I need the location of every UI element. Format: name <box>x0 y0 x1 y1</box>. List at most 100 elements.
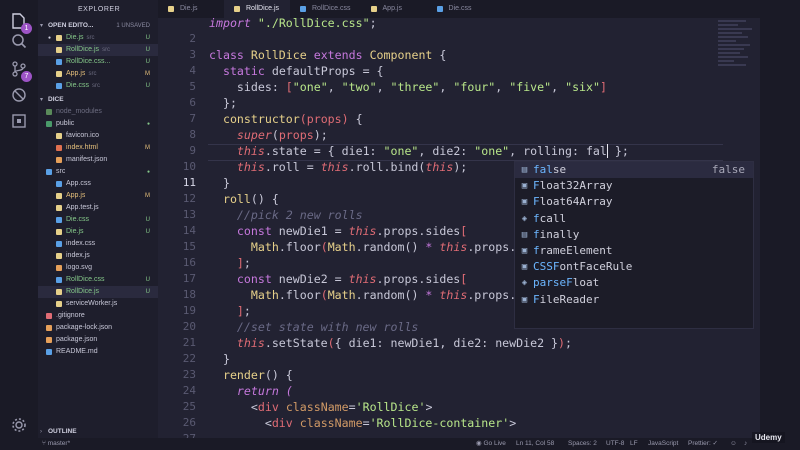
right-margin <box>760 0 800 438</box>
code-line-11: } <box>209 176 230 190</box>
css-file-icon <box>56 59 62 65</box>
open-editor-item[interactable]: RollDice.css... U <box>38 56 158 68</box>
folder-item[interactable]: src ● <box>38 166 158 178</box>
line-number: 10 <box>182 160 196 173</box>
tab-die-js[interactable]: Die.js <box>158 0 224 18</box>
autocomplete-popup: ▤ fal se false ▣ Float32Array ▣ Float64Array ◈ f c… <box>514 161 754 329</box>
file-item[interactable]: README.md <box>38 346 158 358</box>
go-live-button[interactable]: ◉ Go Live <box>476 438 506 450</box>
file-item[interactable]: App.test.js <box>38 202 158 214</box>
file-item[interactable]: App.js M <box>38 190 158 202</box>
file-item[interactable]: manifest.json <box>38 154 158 166</box>
settings-gear-icon[interactable] <box>0 408 38 442</box>
code-line-14: const newDie1 = this.props.sides[ <box>236 224 468 238</box>
file-item[interactable]: RollDice.js U <box>38 286 158 298</box>
project-section[interactable]: ▾ DICE <box>38 94 158 106</box>
explorer-header: EXPLORER <box>78 6 121 13</box>
open-editor-item[interactable]: Die.css src U <box>38 80 158 92</box>
folder-item[interactable]: public ● <box>38 118 158 130</box>
file-item[interactable]: Die.js U <box>38 226 158 238</box>
css-file-icon <box>56 241 62 247</box>
js-file-icon <box>56 193 62 199</box>
line-number: 26 <box>182 416 196 429</box>
line-number: 22 <box>182 352 196 365</box>
file-item[interactable]: App.css <box>38 178 158 190</box>
branch-indicator[interactable]: ⑂ master* <box>42 438 70 450</box>
extensions-icon[interactable] <box>0 104 38 138</box>
code-line-19: ]; <box>236 304 251 318</box>
method-icon: ◈ <box>521 278 528 289</box>
line-number: 25 <box>182 400 196 413</box>
open-editor-item[interactable]: RollDice.js src U <box>38 44 158 56</box>
indentation[interactable]: Spaces: 2 <box>568 438 597 450</box>
class-icon: ▣ <box>521 181 528 192</box>
method-icon: ◈ <box>521 213 528 224</box>
folder-icon <box>46 109 52 115</box>
suggestion-item[interactable]: ▣ FileReader <box>515 292 753 308</box>
suggestion-item[interactable]: ▤ fal se false <box>515 162 753 179</box>
suggestion-item[interactable]: ◈ f call <box>515 211 753 227</box>
outline-section[interactable]: › OUTLINE <box>38 426 158 438</box>
css-file-icon <box>56 217 62 223</box>
folder-icon <box>46 169 52 175</box>
tab-app-js[interactable]: App.js <box>361 0 427 18</box>
open-editor-item[interactable]: ● Die.js src U <box>38 32 158 44</box>
file-item[interactable]: RollDice.css U <box>38 274 158 286</box>
css-file-icon <box>300 6 306 12</box>
activity-bar: 1 7 <box>0 0 38 438</box>
line-number: 23 <box>182 368 196 381</box>
suggestion-item[interactable]: ▤ f inally <box>515 227 753 243</box>
open-editors-section[interactable]: ▾ OPEN EDITO... 1 UNSAVED <box>38 20 158 32</box>
file-item[interactable]: index.html M <box>38 142 158 154</box>
line-number: 11 <box>182 176 196 189</box>
suggestion-item[interactable]: ▣ f rameElement <box>515 243 753 259</box>
js-file-icon <box>56 301 62 307</box>
code-line-7: constructor(props) { <box>222 112 363 126</box>
code-line-1: import "./RollDice.css"; <box>209 18 377 30</box>
js-file-icon <box>56 205 62 211</box>
cursor-position[interactable]: Ln 11, Col 58 <box>516 438 554 450</box>
suggestion-item[interactable]: ◈ parseF loat <box>515 275 753 291</box>
line-ending[interactable]: LF <box>630 438 638 450</box>
file-item[interactable]: Die.css U <box>38 214 158 226</box>
file-item[interactable]: favicon.ico <box>38 130 158 142</box>
language-mode[interactable]: JavaScript <box>648 438 678 450</box>
file-item[interactable]: serviceWorker.js <box>38 298 158 310</box>
editor-tabs: Die.js RollDice.js RollDice.css App.js D… <box>158 0 760 18</box>
tab-rolldice-js[interactable]: RollDice.js <box>224 0 290 18</box>
folder-item[interactable]: node_modules <box>38 106 158 118</box>
file-item[interactable]: index.css <box>38 238 158 250</box>
bell-icon[interactable]: ♪ <box>744 438 747 450</box>
line-number: 7 <box>189 112 196 125</box>
code-line-26: <div className='RollDice-container'> <box>209 416 517 430</box>
prettier-status[interactable]: Prettier: ✓ <box>688 438 718 450</box>
tab-rolldice-css[interactable]: RollDice.css <box>290 0 361 18</box>
file-item[interactable]: logo.svg <box>38 262 158 274</box>
js-file-icon <box>234 6 240 12</box>
minimap[interactable] <box>718 18 760 98</box>
suggestion-item[interactable]: ▣ CSSF ontFaceRule <box>515 259 753 275</box>
suggestion-item[interactable]: ▣ Float64Array <box>515 194 753 210</box>
code-line-5: sides: ["one", "two", "three", "four", "… <box>236 80 607 94</box>
file-item[interactable]: package.json <box>38 334 158 346</box>
json-file-icon <box>46 325 52 331</box>
file-item[interactable]: .gitignore <box>38 310 158 322</box>
file-item[interactable]: index.js <box>38 250 158 262</box>
open-editor-item[interactable]: App.js src M <box>38 68 158 80</box>
file-item[interactable]: package-lock.json <box>38 322 158 334</box>
line-number: 12 <box>182 192 196 205</box>
code-line-20: //set state with new rolls <box>236 320 419 334</box>
code-editor[interactable]: 2 3 4 5 6 7 8 9 10 11 12 13 14 15 16 17 18 19 20 21 22 23 24 25… <box>158 18 760 438</box>
unsaved-dot-icon: ● <box>48 35 52 41</box>
code-line-22: } <box>209 352 230 366</box>
code-line-12: roll() { <box>222 192 279 206</box>
tab-die-css[interactable]: Die.css <box>427 0 493 18</box>
chevron-down-icon: ▾ <box>40 23 44 29</box>
feedback-icon[interactable]: ☺ <box>730 438 737 450</box>
class-icon: ▣ <box>521 294 528 305</box>
js-file-icon <box>168 6 174 12</box>
suggestion-item[interactable]: ▣ Float32Array <box>515 178 753 194</box>
encoding[interactable]: UTF-8 <box>606 438 624 450</box>
json-file-icon <box>56 157 62 163</box>
folder-icon <box>46 121 52 127</box>
